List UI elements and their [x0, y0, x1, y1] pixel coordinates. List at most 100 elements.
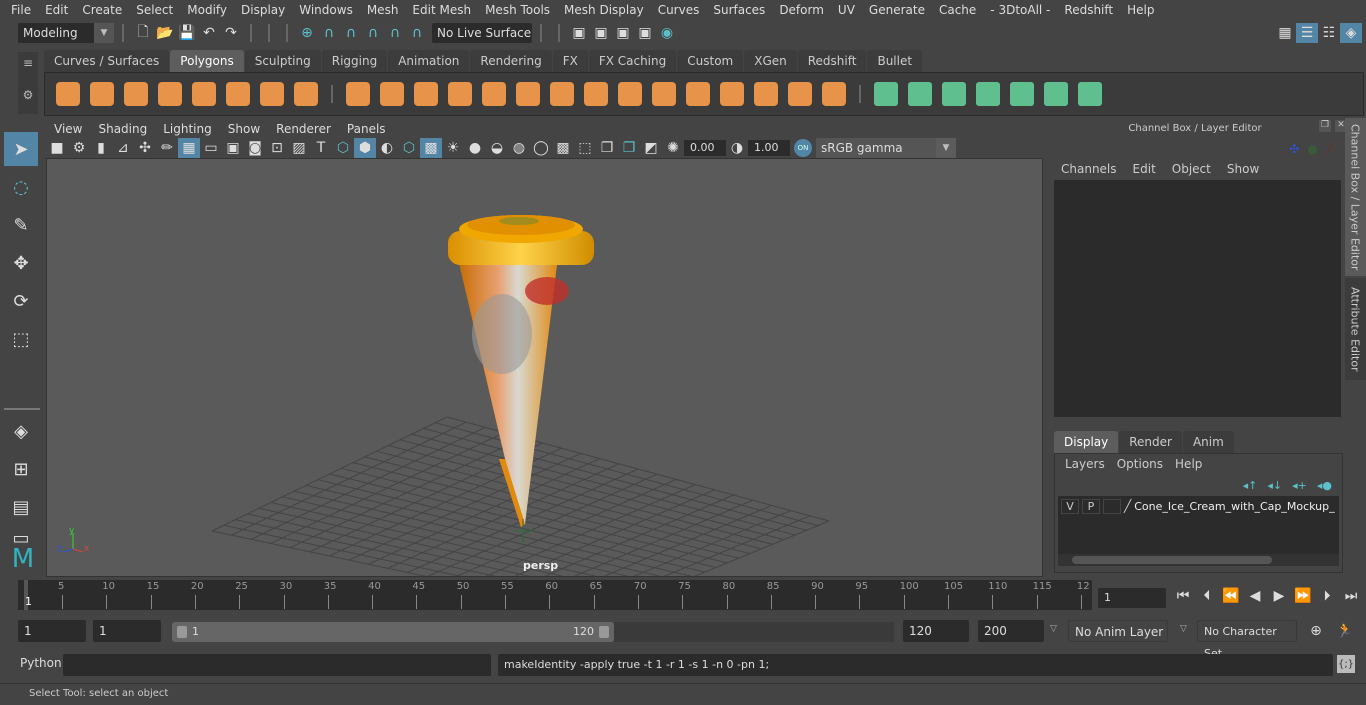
xray-icon[interactable]: ⬡	[398, 138, 420, 158]
combine-icon[interactable]	[341, 77, 375, 111]
move-tool-icon[interactable]: ✥	[4, 246, 38, 280]
rotate-tool-icon[interactable]: ⟳	[4, 284, 38, 318]
tab-rendering[interactable]: Rendering	[470, 50, 552, 72]
menu-mesh-display[interactable]: Mesh Display	[557, 3, 651, 17]
insert-edge-loop-icon[interactable]	[681, 77, 715, 111]
single-perspective-layout-icon[interactable]: ◈	[4, 414, 38, 448]
xray-joints-icon[interactable]: ❐	[596, 138, 618, 158]
safe-title-icon[interactable]: T	[310, 138, 332, 158]
save-scene-icon[interactable]: 💾	[176, 23, 198, 43]
scrollbar-thumb[interactable]	[1072, 556, 1272, 564]
cylindrical-uv-icon[interactable]	[903, 77, 937, 111]
character-set-chevron-icon[interactable]: ▽	[1180, 624, 1187, 634]
playback-end-field[interactable]: 120	[903, 620, 969, 642]
separate-icon[interactable]	[375, 77, 409, 111]
textured-icon[interactable]: ▩	[420, 138, 442, 158]
uv-editor-icon[interactable]	[1039, 77, 1073, 111]
menu-mesh[interactable]: Mesh	[360, 3, 406, 17]
move-layer-up-icon[interactable]: ◂↑	[1243, 479, 1258, 492]
menu-file[interactable]: File	[4, 3, 38, 17]
range-start-handle[interactable]	[177, 626, 187, 638]
vp-menu-view[interactable]: View	[46, 122, 90, 136]
menu-select[interactable]: Select	[129, 3, 180, 17]
offset-edge-loop-icon[interactable]	[715, 77, 749, 111]
ice-cream-cone-model[interactable]	[448, 215, 594, 527]
render-view-icon[interactable]: ▣	[568, 23, 590, 43]
menu-3dtoall[interactable]: - 3DtoAll -	[983, 3, 1057, 17]
outliner-persp-layout-icon[interactable]: ▤	[4, 490, 38, 524]
auto-key-icon[interactable]: ⊕	[1305, 621, 1327, 641]
step-forward-frame-icon[interactable]: ⏵	[1316, 586, 1338, 606]
menu-edit-mesh[interactable]: Edit Mesh	[405, 3, 478, 17]
unfold-uv-icon[interactable]	[1005, 77, 1039, 111]
fill-hole-icon[interactable]	[783, 77, 817, 111]
merge-icon[interactable]	[817, 77, 851, 111]
depth-of-field-icon[interactable]: ▩	[552, 138, 574, 158]
vp-menu-renderer[interactable]: Renderer	[268, 122, 339, 136]
shelf-menu-icon[interactable]: ≡	[18, 56, 38, 70]
render-current-icon[interactable]: ▣	[590, 23, 612, 43]
go-to-start-icon[interactable]: ⏮	[1172, 586, 1194, 606]
range-slider[interactable]: 1 120	[172, 622, 614, 642]
menu-deform[interactable]: Deform	[772, 3, 831, 17]
safe-action-icon[interactable]: ▨	[288, 138, 310, 158]
grid-toggle-icon[interactable]: ▦	[178, 138, 200, 158]
tool-settings-icon[interactable]: ☷	[1318, 23, 1340, 43]
time-slider[interactable]: 1 5 10 15 20 25 30 35 40 45 50 55 60 65 70 75 80 85 90 95 1…	[18, 580, 1092, 610]
range-end-handle[interactable]	[599, 626, 609, 638]
scale-tool-icon[interactable]: ⬚	[4, 322, 38, 356]
menu-layers[interactable]: Layers	[1059, 457, 1111, 471]
exposure-icon[interactable]: ✺	[662, 138, 684, 158]
automatic-uv-icon[interactable]	[971, 77, 1005, 111]
manipulator-icon[interactable]: ✣	[1289, 142, 1299, 156]
select-tool-icon[interactable]: ➤	[4, 132, 38, 166]
play-backward-icon[interactable]: ◀	[1244, 586, 1266, 606]
snap-projected-center-icon[interactable]: ∩	[406, 23, 428, 43]
tab-fx-caching[interactable]: FX Caching	[588, 50, 677, 72]
layer-visibility-toggle[interactable]: V	[1061, 498, 1079, 514]
tab-render[interactable]: Render	[1119, 431, 1182, 453]
tab-custom[interactable]: Custom	[677, 50, 744, 72]
menu-curves[interactable]: Curves	[651, 3, 707, 17]
gamma-field[interactable]: 1.00	[748, 140, 790, 156]
side-tab-channel-box[interactable]: Channel Box / Layer Editor	[1345, 118, 1366, 276]
wireframe-on-shaded-icon[interactable]: ◐	[376, 138, 398, 158]
layer-type-toggle[interactable]	[1103, 498, 1121, 514]
shelf-settings-icon[interactable]: ⚙	[18, 88, 38, 102]
append-polygon-icon[interactable]	[749, 77, 783, 111]
menu-surfaces[interactable]: Surfaces	[706, 3, 772, 17]
isolate-select-icon[interactable]: ⬚	[574, 138, 596, 158]
gamma-icon[interactable]: ◑	[726, 138, 748, 158]
menu-mesh-tools[interactable]: Mesh Tools	[478, 3, 557, 17]
poly-pipe-icon[interactable]	[289, 77, 323, 111]
menu-uv[interactable]: UV	[831, 3, 862, 17]
side-tab-attribute-editor[interactable]: Attribute Editor	[1345, 278, 1366, 380]
modeling-toolkit-icon[interactable]: ▦	[1274, 23, 1296, 43]
menu-windows[interactable]: Windows	[292, 3, 360, 17]
undo-icon[interactable]: ↶	[198, 23, 220, 43]
script-editor-icon[interactable]: {;}	[1337, 655, 1355, 673]
poly-torus-icon[interactable]	[221, 77, 255, 111]
new-layer-icon[interactable]: ◂+	[1292, 479, 1307, 492]
render-settings-icon[interactable]: ▣	[634, 23, 656, 43]
camera-select-icon[interactable]: ■	[46, 138, 68, 158]
speed-icon[interactable]: ●	[1307, 142, 1317, 156]
poly-sphere-icon[interactable]	[51, 77, 85, 111]
bevel-icon[interactable]	[477, 77, 511, 111]
extrude-icon[interactable]	[579, 77, 613, 111]
snap-grid-icon[interactable]: ⊕	[296, 23, 318, 43]
menu-channels[interactable]: Channels	[1053, 162, 1125, 176]
play-forward-icon[interactable]: ▶	[1268, 586, 1290, 606]
scene-end-field[interactable]: 200	[978, 620, 1044, 642]
field-chart-icon[interactable]: ⊡	[266, 138, 288, 158]
layer-row[interactable]: V P ╱ Cone_Ice_Cream_with_Cap_Mockup_	[1058, 496, 1339, 516]
move-layer-down-icon[interactable]: ◂↓	[1267, 479, 1282, 492]
anim-layer-dropdown[interactable]: No Anim Layer	[1068, 620, 1168, 642]
wireframe-icon[interactable]: ⬡	[332, 138, 354, 158]
planar-uv-icon[interactable]	[869, 77, 903, 111]
anti-aliasing-icon[interactable]: ◯	[530, 138, 552, 158]
tab-sculpting[interactable]: Sculpting	[244, 50, 321, 72]
tab-xgen[interactable]: XGen	[744, 50, 797, 72]
color-management-toggle[interactable]: ON	[794, 139, 812, 157]
ambient-occlusion-icon[interactable]: ◒	[486, 138, 508, 158]
